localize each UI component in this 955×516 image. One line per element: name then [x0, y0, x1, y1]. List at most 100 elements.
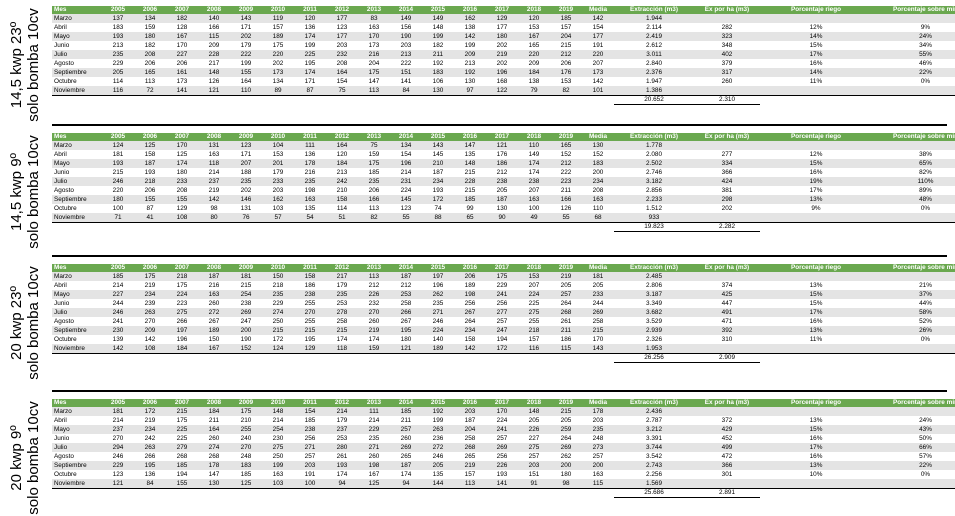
table-cell: 248 [230, 452, 262, 461]
table-cell: 140 [198, 14, 230, 23]
table-cell: 272 [198, 308, 230, 317]
table-cell: 219 [134, 281, 166, 290]
table-cell: 447 [694, 299, 760, 308]
table-cell: 193 [326, 461, 358, 470]
table-cell: 170 [582, 335, 614, 344]
totals-spacer [760, 222, 955, 232]
table-cell: 134 [390, 141, 422, 150]
table-cell: 142 [582, 14, 614, 23]
table-cell: 212 [486, 168, 518, 177]
table-cell: 149 [518, 150, 550, 159]
table-cell: 135 [422, 470, 454, 479]
table-cell: 231 [390, 177, 422, 186]
table-cell: 241 [486, 290, 518, 299]
table-cell: 184 [518, 68, 550, 77]
table-cell: 163 [294, 195, 326, 204]
side-label-text: 14,5 kwp 9º solo bomba 10cv [8, 135, 42, 248]
table-cell: 256 [294, 434, 326, 443]
column-header: Extracción (m3) [614, 399, 694, 407]
table-cell: 265 [454, 452, 486, 461]
table-cell: 15% [760, 159, 872, 168]
table-cell: 254 [262, 425, 294, 434]
table-cell: 125 [134, 141, 166, 150]
table-cell: 189 [198, 326, 230, 335]
table-cell: 140 [422, 335, 454, 344]
table-row: Noviembre 121 84 155 130 125 103 100 94 125 94 144 1… [52, 479, 955, 489]
table-cell: 206 [134, 59, 166, 68]
table-cell: 188 [230, 168, 262, 177]
table-cell: 273 [582, 443, 614, 452]
table-cell: 280 [326, 443, 358, 452]
column-header: 2005 [102, 264, 134, 272]
table-cell: 218 [166, 272, 198, 281]
table-cell: 205 [102, 68, 134, 77]
table-cell: 10% [760, 470, 872, 479]
side-label-line2: solo bomba 10cv [25, 7, 42, 122]
month-cell: Noviembre [52, 479, 102, 489]
table-cell: 193 [102, 159, 134, 168]
table-cell [872, 86, 955, 96]
column-header: Media [582, 6, 614, 14]
table-cell: 200 [582, 461, 614, 470]
table-cell: 116 [518, 344, 550, 354]
table-cell: 0% [872, 335, 955, 344]
column-header: 2016 [454, 133, 486, 141]
table-cell: 213 [454, 59, 486, 68]
table-cell: 187 [198, 272, 230, 281]
data-table: Mes 2005 2006 2007 2008 2009 2010 2011 2012 2013 2… [52, 6, 955, 105]
table-cell: 110 [582, 204, 614, 213]
table-cell: 178 [294, 159, 326, 168]
table-cell: 153 [262, 150, 294, 159]
table-cell: 166 [550, 195, 582, 204]
table-cell: 108 [134, 344, 166, 354]
table-cell: 219 [550, 272, 582, 281]
table-cell: 142 [582, 77, 614, 86]
table-cell: 168 [486, 77, 518, 86]
table-cell: 2.787 [614, 416, 694, 425]
table-cell: 229 [358, 425, 390, 434]
table-cell: 126 [550, 204, 582, 213]
table-cell: 246 [102, 177, 134, 186]
table-row: Agosto 241 270 266 267 247 250 255 258 260 267 246 2… [52, 317, 955, 326]
table-cell: 180 [166, 168, 198, 177]
table-cell: 126 [198, 77, 230, 86]
table-cell: 129 [294, 344, 326, 354]
totals-spacer [52, 353, 614, 363]
table-cell: 933 [614, 213, 694, 223]
table-cell: 277 [486, 308, 518, 317]
table-cell: 157 [550, 23, 582, 32]
table-cell: 143 [422, 141, 454, 150]
column-header: 2009 [230, 6, 262, 14]
table-cell: 100 [294, 479, 326, 489]
table-cell: 275 [518, 308, 550, 317]
table-cell: 152 [550, 150, 582, 159]
table-cell: 225 [166, 425, 198, 434]
column-header: 2011 [294, 133, 326, 141]
month-cell: Mayo [52, 425, 102, 434]
table-cell: 141 [166, 86, 198, 96]
table-cell: 171 [230, 150, 262, 159]
table-cell: 235 [358, 434, 390, 443]
column-header: 2012 [326, 6, 358, 14]
table-cell: 3.682 [614, 308, 694, 317]
table-cell [760, 213, 872, 223]
table-cell: 2.743 [614, 461, 694, 470]
table-cell: 183 [230, 461, 262, 470]
table-cell: 0% [872, 204, 955, 213]
table-cell: 209 [198, 41, 230, 50]
table-cell: 174 [390, 470, 422, 479]
table-cell: 195 [134, 461, 166, 470]
table-cell: 55 [390, 213, 422, 223]
side-label-line2: solo bomba 10cv [25, 265, 42, 380]
table-cell: 155 [166, 479, 198, 489]
total-extraction: 26.256 [614, 353, 694, 363]
column-header: 2005 [102, 133, 134, 141]
table-row: Noviembre 116 72 141 121 110 89 87 75 113 84 130 97 1… [52, 86, 955, 96]
column-header: 2008 [198, 399, 230, 407]
table-cell: 269 [550, 443, 582, 452]
table-cell [760, 141, 872, 150]
table-cell [760, 14, 872, 23]
table-cell: 205 [550, 281, 582, 290]
column-header: Porcentaje sobre min [872, 264, 955, 272]
table-cell: 82 [550, 86, 582, 96]
